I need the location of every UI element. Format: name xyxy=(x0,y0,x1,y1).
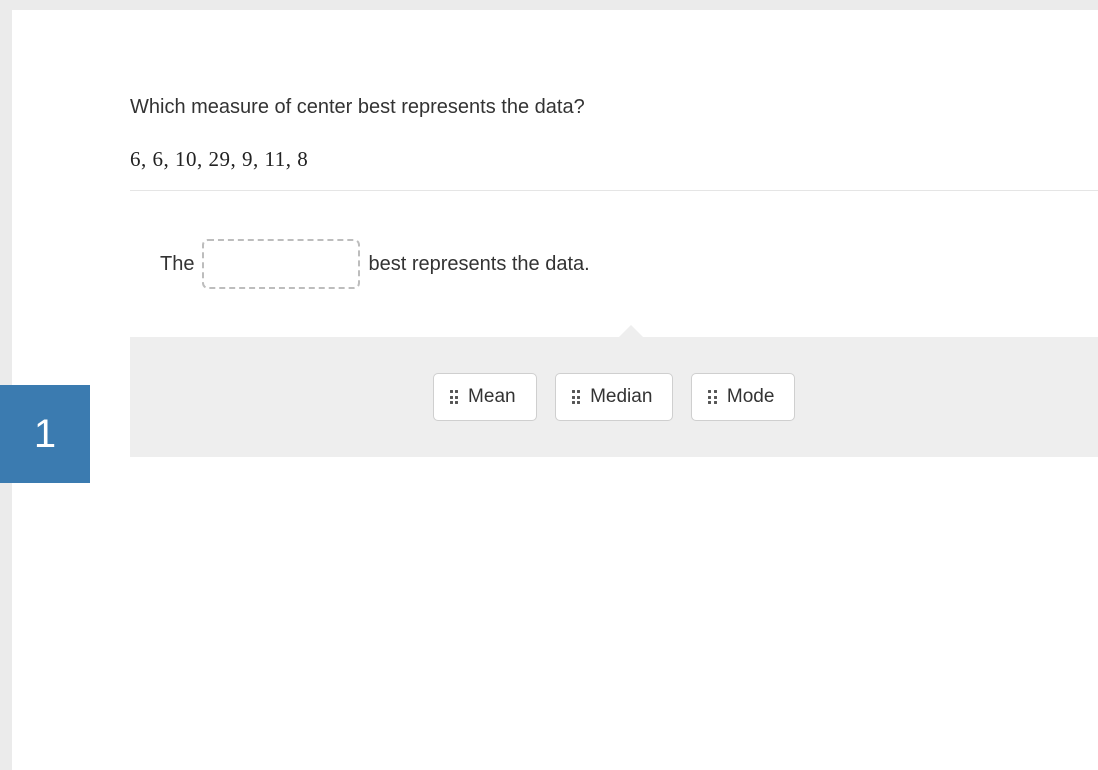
option-label: Mode xyxy=(727,386,775,408)
option-median[interactable]: Median xyxy=(555,373,674,421)
option-label: Median xyxy=(590,386,652,408)
option-mode[interactable]: Mode xyxy=(691,373,795,421)
options-wrapper: Mean Median Mode xyxy=(433,373,796,421)
option-label: Mean xyxy=(468,386,516,408)
question-card: Which measure of center best represents … xyxy=(12,10,1098,770)
sentence-prefix: The xyxy=(160,253,194,276)
question-number: 1 xyxy=(34,412,56,457)
answer-drop-zone[interactable] xyxy=(202,239,360,289)
question-prompt: Which measure of center best represents … xyxy=(130,96,1098,119)
sentence-row: The best represents the data. xyxy=(130,191,1098,337)
option-mean[interactable]: Mean xyxy=(433,373,537,421)
drag-handle-icon xyxy=(450,390,459,404)
sentence-suffix: best represents the data. xyxy=(368,253,589,276)
answer-area: The best represents the data. Mean Media… xyxy=(130,190,1098,457)
drag-handle-icon xyxy=(572,390,581,404)
question-data-values: 6, 6, 10, 29, 9, 11, 8 xyxy=(130,147,1098,172)
question-number-badge: 1 xyxy=(0,385,90,483)
drag-handle-icon xyxy=(708,390,717,404)
question-content: Which measure of center best represents … xyxy=(12,10,1098,172)
options-panel: Mean Median Mode xyxy=(130,337,1098,457)
